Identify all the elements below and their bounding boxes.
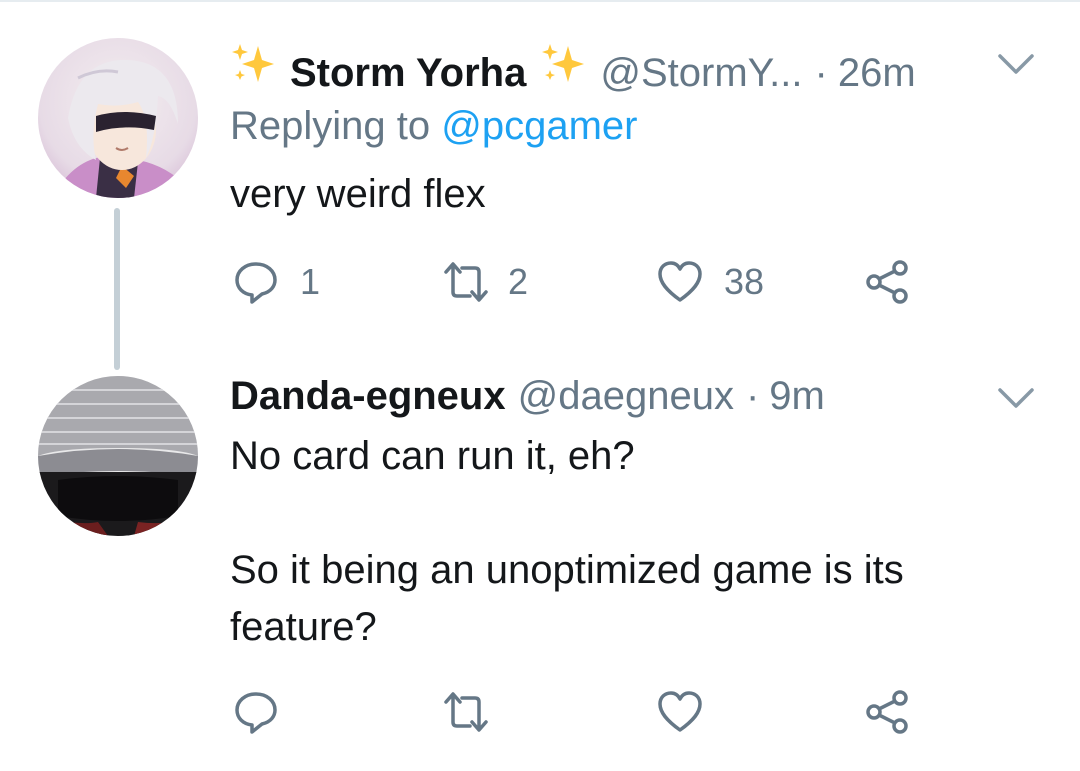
retweet-icon bbox=[444, 692, 488, 732]
tweet-header: Danda-egneux @daegneux · 9m bbox=[230, 372, 825, 420]
tweet-danda-egneux[interactable]: Danda-egneux @daegneux · 9m No card can … bbox=[0, 340, 1080, 771]
tweet-actions bbox=[230, 684, 930, 740]
like-icon bbox=[658, 691, 702, 732]
display-name[interactable]: Danda-egneux bbox=[230, 372, 506, 420]
share-icon bbox=[866, 260, 908, 304]
separator-dot: · bbox=[814, 51, 828, 95]
timestamp[interactable]: 26m bbox=[838, 49, 916, 97]
chevron-down-icon[interactable] bbox=[996, 384, 1036, 412]
replying-to-label: Replying to bbox=[230, 104, 431, 148]
tweet-text: very weird flex bbox=[230, 172, 486, 216]
reply-count: 1 bbox=[300, 261, 321, 302]
display-name[interactable]: Storm Yorha bbox=[290, 49, 526, 97]
like-count: 38 bbox=[724, 261, 765, 302]
share-button[interactable] bbox=[864, 684, 912, 740]
tweet-storm-yorha[interactable]: Storm Yorha @StormY... · 26m Replying to… bbox=[0, 0, 1080, 370]
avatar-storm-yorha[interactable] bbox=[38, 38, 198, 198]
reply-button[interactable] bbox=[232, 684, 300, 740]
like-button[interactable]: 38 bbox=[656, 254, 764, 310]
tweet-header: Storm Yorha @StormY... · 26m bbox=[230, 40, 916, 97]
timestamp[interactable]: 9m bbox=[769, 372, 825, 420]
retweet-button[interactable]: 2 bbox=[438, 254, 528, 310]
like-button[interactable] bbox=[656, 684, 724, 740]
retweet-icon bbox=[444, 262, 488, 302]
like-icon bbox=[658, 261, 702, 302]
tweet-text: No card can run it, eh? So it being an u… bbox=[230, 434, 904, 649]
reply-icon bbox=[235, 692, 277, 734]
reply-icon bbox=[235, 262, 277, 304]
avatar-danda-egneux[interactable] bbox=[38, 376, 198, 536]
retweet-button[interactable] bbox=[438, 684, 514, 740]
sparkles-emoji-icon bbox=[542, 44, 585, 82]
replying-to-line: Replying to @pcgamer bbox=[230, 102, 637, 150]
reply-button[interactable]: 1 bbox=[232, 254, 320, 310]
sparkles-emoji-icon bbox=[232, 44, 274, 82]
user-handle[interactable]: @StormY... bbox=[600, 49, 802, 97]
share-icon bbox=[866, 690, 908, 734]
mention-link[interactable]: @pcgamer bbox=[441, 104, 637, 148]
tweet-actions: 1 2 38 bbox=[230, 254, 930, 310]
chevron-down-icon[interactable] bbox=[996, 50, 1036, 78]
separator-dot: · bbox=[745, 374, 760, 418]
retweet-count: 2 bbox=[508, 261, 529, 302]
share-button[interactable] bbox=[864, 254, 912, 310]
user-handle[interactable]: @daegneux bbox=[518, 372, 734, 420]
